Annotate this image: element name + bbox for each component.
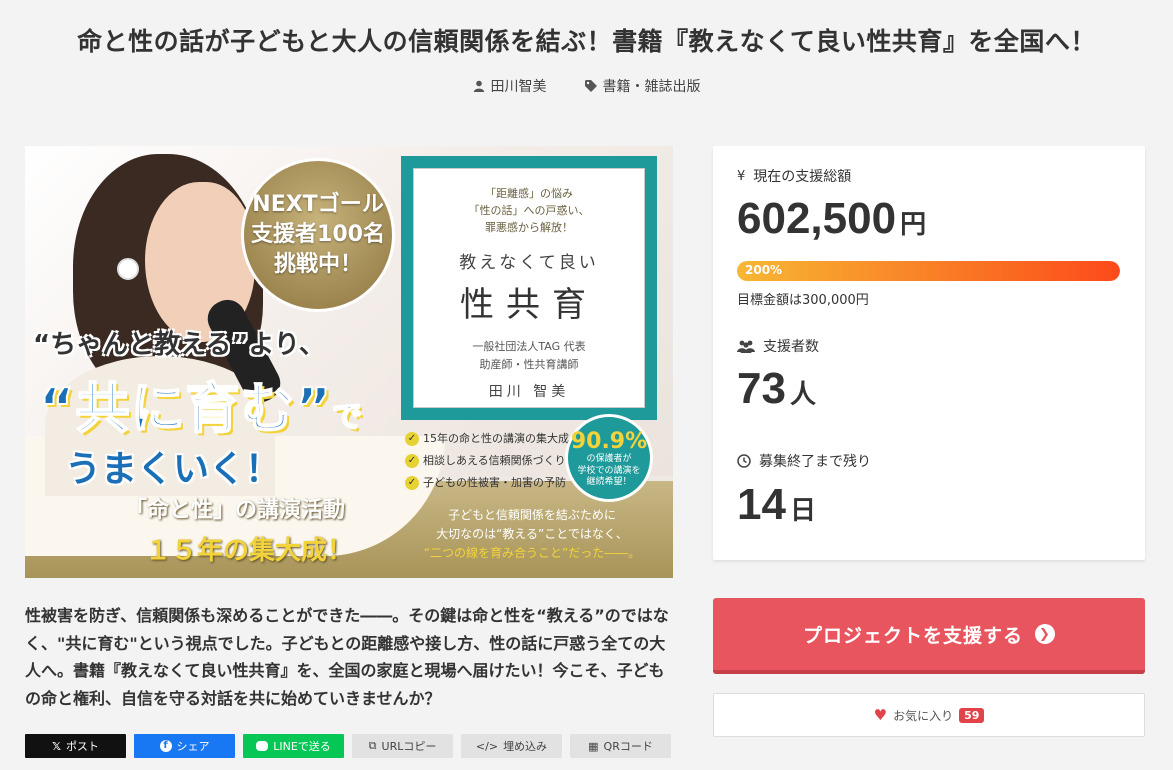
remaining-days: 14 日 bbox=[737, 480, 816, 529]
next-goal-badge: NEXTゴール 支援者100名 挑戦中！ bbox=[241, 158, 395, 312]
share-bar: 𝕏 ポスト f シェア LINEで送る ⧉ URLコピー </> 埋め込み ▦ QRコード bbox=[25, 734, 671, 758]
user-icon bbox=[473, 80, 484, 92]
tag-icon bbox=[584, 80, 597, 92]
qr-icon: ▦ bbox=[588, 739, 599, 753]
qr-code-button[interactable]: ▦ QRコード bbox=[570, 734, 671, 758]
category-name: 書籍・雑誌出版 bbox=[602, 79, 701, 95]
supporters-label: 支援者数 bbox=[737, 336, 819, 356]
progress-fill bbox=[737, 261, 1120, 281]
author-name: 田川智美 bbox=[490, 79, 547, 95]
book-author: 田川 智美 bbox=[488, 384, 570, 401]
book-cover: 「距離感」の悩み 「性の話」への戸惑い、 罪悪感から解放！ 教えなくて良い 性共… bbox=[401, 156, 657, 420]
check-icon: ✓ bbox=[405, 432, 419, 446]
hero-line5: １５年の集大成！ bbox=[145, 536, 354, 566]
users-icon bbox=[737, 340, 755, 353]
hero-line2: “共に育む”で bbox=[38, 376, 363, 441]
favorite-count-badge: 59 bbox=[959, 707, 985, 723]
book-title: 教えなくて良い bbox=[459, 253, 599, 274]
category-link[interactable]: 書籍・雑誌出版 bbox=[584, 76, 701, 96]
embed-button[interactable]: </> 埋め込み bbox=[461, 734, 562, 758]
author-link[interactable]: 田川智美 bbox=[473, 76, 547, 96]
check-icon: ✓ bbox=[405, 454, 419, 468]
stat-badge: 90.9% の保護者が 学校での講演を 継続希望！ bbox=[565, 414, 653, 502]
page-title: 命と性の話が子どもと大人の信頼関係を結ぶ！書籍『教えなくて良い性共育』を全国へ！ bbox=[77, 27, 1096, 56]
share-line-button[interactable]: LINEで送る bbox=[243, 734, 344, 758]
funding-status-panel: ¥ 現在の支援総額 602,500 円 200% 目標金額は300,000円 支援… bbox=[713, 146, 1145, 560]
check-icon: ✓ bbox=[405, 476, 419, 490]
goal-amount: 目標金額は300,000円 bbox=[737, 293, 869, 308]
list-item: ✓ 子どもの性被害・加害の予防 bbox=[405, 472, 595, 494]
total-label: ¥ 現在の支援総額 bbox=[737, 168, 852, 186]
code-icon: </> bbox=[475, 739, 499, 753]
book-caption: 子どもと信頼関係を結ぶために 大切なのは“教える”ことではなく、 “二つの線を育… bbox=[423, 508, 641, 561]
clock-icon bbox=[737, 454, 751, 468]
hero-line4: 「命と性」の講演活動 bbox=[125, 498, 346, 523]
progress-percent: 200% bbox=[745, 263, 783, 277]
remaining-label: 募集終了まで残り bbox=[737, 451, 871, 471]
hero-line3: うまくいく！ bbox=[65, 449, 282, 490]
project-meta: 田川智美 書籍・雑誌出版 bbox=[0, 76, 1173, 96]
yen-icon: ¥ bbox=[737, 168, 746, 184]
hero-line1: “ちゃんと教える”より、 bbox=[33, 330, 325, 360]
favorite-button[interactable]: ♥ お気に入り 59 bbox=[713, 693, 1145, 737]
book-title-main: 性共育 bbox=[460, 285, 598, 326]
share-x-button[interactable]: 𝕏 ポスト bbox=[25, 734, 126, 758]
progress-bar: 200% bbox=[737, 261, 1120, 281]
facebook-icon: f bbox=[159, 740, 172, 752]
chevron-right-icon: ❯ bbox=[1035, 624, 1055, 644]
project-hero-image: NEXTゴール 支援者100名 挑戦中！ “ちゃんと教える”より、 “共に育む”… bbox=[25, 146, 673, 578]
share-facebook-button[interactable]: f シェア bbox=[134, 734, 235, 758]
x-logo-icon: 𝕏 bbox=[52, 739, 61, 753]
supporters-count: 73 人 bbox=[737, 364, 816, 413]
copy-icon: ⧉ bbox=[368, 739, 377, 752]
copy-url-button[interactable]: ⧉ URLコピー bbox=[352, 734, 453, 758]
project-description: 性被害を防ぎ、信頼関係も深めることができた――。その鍵は命と性を“教える”のでは… bbox=[25, 606, 669, 708]
total-amount: 602,500 円 bbox=[737, 194, 927, 243]
heart-icon: ♥ bbox=[873, 706, 888, 724]
line-icon bbox=[256, 741, 269, 751]
support-project-button[interactable]: プロジェクトを支援する ❯ bbox=[713, 598, 1145, 674]
